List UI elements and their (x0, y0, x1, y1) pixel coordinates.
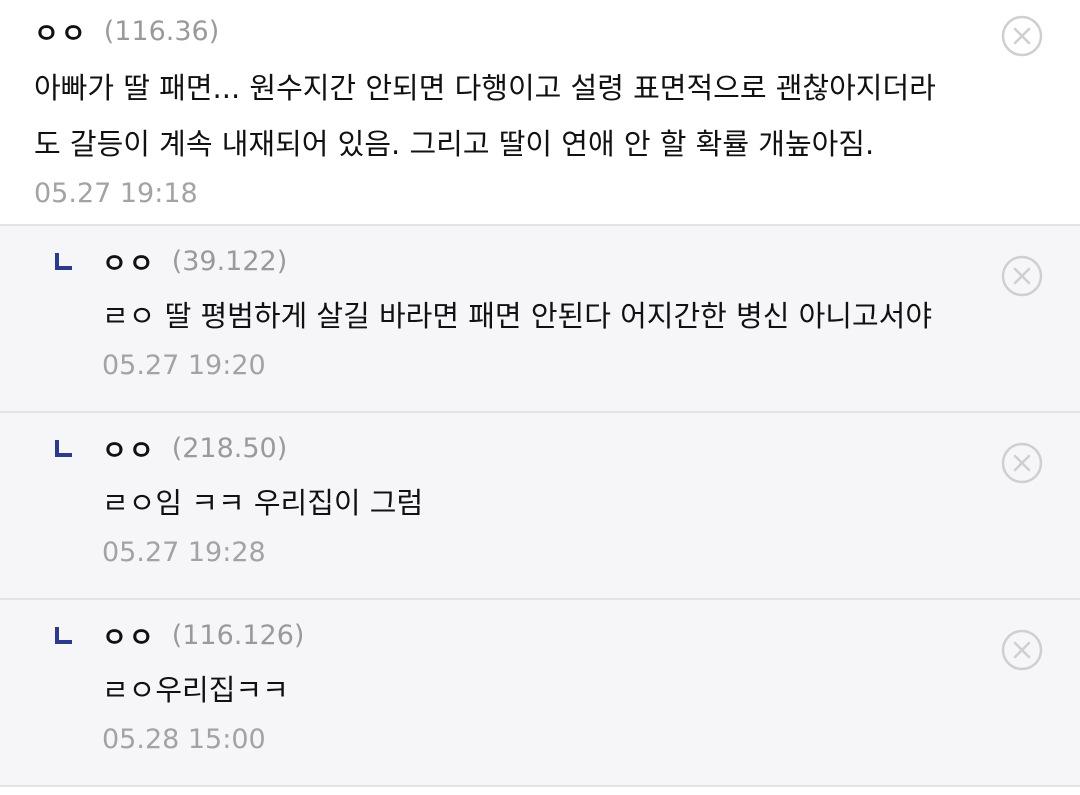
reply-arrow-icon (55, 627, 72, 644)
close-circle-icon[interactable] (1000, 628, 1044, 672)
comment-body: ㄹㅇ 딸 평범하게 살길 바라면 패면 안된다 어지간한 병신 아니고서야 (102, 288, 1080, 344)
reply-comment: ㅇㅇ (39.122) ㄹㅇ 딸 평범하게 살길 바라면 패면 안된다 어지간한… (0, 226, 1080, 413)
comment-ip: (116.36) (103, 15, 220, 47)
comment-author[interactable]: ㅇㅇ (102, 616, 156, 655)
comment-header: ㅇㅇ (116.126) (102, 616, 1080, 654)
comment-text-line: ㄹㅇ우리집ㅋㅋ (102, 673, 289, 707)
close-circle-icon[interactable] (1000, 14, 1044, 58)
comment-text-line: ㄹㅇ 딸 평범하게 살길 바라면 패면 안된다 어지간한 병신 아니고서야 (102, 299, 933, 333)
comment-header: ㅇㅇ (39.122) (102, 242, 1080, 280)
comment-body: 아빠가 딸 패면... 원수지간 안되면 다행이고 설령 표면적으로 괜찮아지더… (34, 60, 1080, 172)
comment-header: ㅇㅇ (218.50) (102, 429, 1080, 467)
comment-body: ㄹㅇ임 ㅋㅋ 우리집이 그럼 (102, 475, 1080, 531)
close-circle-icon[interactable] (1000, 441, 1044, 485)
comment-ip: (218.50) (171, 432, 288, 464)
reply-arrow-icon (55, 253, 72, 270)
comment-text-line: 아빠가 딸 패면... 원수지간 안되면 다행이고 설령 표면적으로 괜찮아지더… (34, 71, 936, 105)
comment-ip: (116.126) (171, 619, 305, 651)
comment-thread: ㅇㅇ (116.36) 아빠가 딸 패면... 원수지간 안되면 다행이고 설령… (0, 0, 1080, 795)
comment: ㅇㅇ (116.36) 아빠가 딸 패면... 원수지간 안되면 다행이고 설령… (0, 0, 1080, 226)
comment-date: 05.28 15:00 (102, 724, 266, 755)
comment-author[interactable]: ㅇㅇ (102, 242, 156, 281)
comment-date: 05.27 19:18 (34, 178, 198, 209)
comment-header: ㅇㅇ (116.36) (34, 12, 1080, 50)
reply-comment: ㅇㅇ (116.126) ㄹㅇ우리집ㅋㅋ 05.28 15:00 (0, 600, 1080, 787)
comment-date: 05.27 19:20 (102, 350, 266, 381)
comment-author[interactable]: ㅇㅇ (34, 12, 88, 51)
close-circle-icon[interactable] (1000, 254, 1044, 298)
comment-body: ㄹㅇ우리집ㅋㅋ (102, 662, 1080, 718)
comment-date: 05.27 19:28 (102, 537, 266, 568)
comment-text-line: ㄹㅇ임 ㅋㅋ 우리집이 그럼 (102, 486, 424, 520)
reply-arrow-icon (55, 440, 72, 457)
comment-ip: (39.122) (171, 245, 288, 277)
reply-comment: ㅇㅇ (218.50) ㄹㅇ임 ㅋㅋ 우리집이 그럼 05.27 19:28 (0, 413, 1080, 600)
comment-author[interactable]: ㅇㅇ (102, 429, 156, 468)
comment-text-line: 도 갈등이 계속 내재되어 있음. 그리고 딸이 연애 안 할 확률 개높아짐. (34, 127, 875, 161)
